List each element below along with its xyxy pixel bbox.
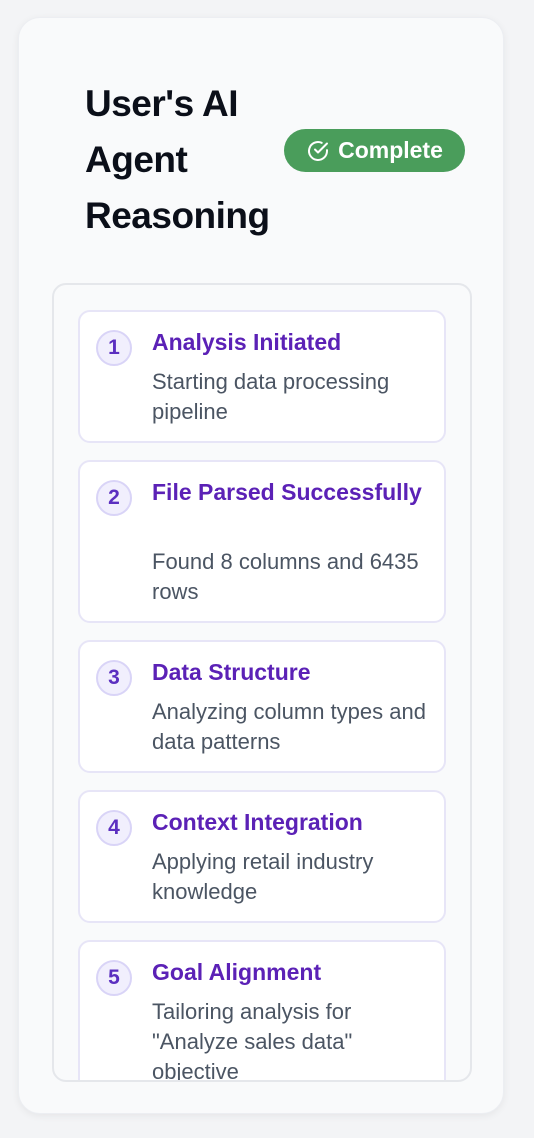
step-number-badge: 1 bbox=[96, 330, 132, 366]
status-badge: Complete bbox=[284, 129, 465, 172]
step-title: Goal Alignment bbox=[152, 959, 322, 985]
step-description: Found 8 columns and 6435 rows bbox=[152, 549, 419, 604]
reasoning-steps-list[interactable]: 1 Analysis Initiated Starting data proce… bbox=[52, 283, 472, 1082]
step-number-badge: 4 bbox=[96, 810, 132, 846]
step-context-integration: 4 Context Integration Applying retail in… bbox=[78, 790, 446, 923]
step-analysis-initiated: 1 Analysis Initiated Starting data proce… bbox=[78, 310, 446, 443]
check-circle-icon bbox=[306, 139, 330, 163]
step-data-structure: 3 Data Structure Analyzing column types … bbox=[78, 640, 446, 773]
step-number-badge: 2 bbox=[96, 480, 132, 516]
status-label: Complete bbox=[338, 137, 443, 163]
step-description: Starting data processing pipeline bbox=[152, 369, 390, 424]
step-description: Analyzing column types and data patterns bbox=[152, 699, 426, 754]
step-goal-alignment: 5 Goal Alignment Tailoring analysis for … bbox=[78, 940, 446, 1082]
step-file-parsed: 2 File Parsed Successfully Found 8 colum… bbox=[78, 460, 446, 623]
step-title: File Parsed Successfully bbox=[152, 479, 422, 505]
step-number-badge: 3 bbox=[96, 660, 132, 696]
step-description: Tailoring analysis for "Analyze sales da… bbox=[152, 999, 353, 1082]
step-description: Applying retail industry knowledge bbox=[152, 849, 374, 904]
step-title: Context Integration bbox=[152, 809, 363, 835]
reasoning-card: User's AI Agent Reasoning Complete 1 Ana… bbox=[18, 17, 504, 1114]
step-title: Data Structure bbox=[152, 659, 311, 685]
step-number-badge: 5 bbox=[96, 960, 132, 996]
page-title: User's AI Agent Reasoning bbox=[85, 83, 270, 236]
step-title: Analysis Initiated bbox=[152, 329, 342, 355]
